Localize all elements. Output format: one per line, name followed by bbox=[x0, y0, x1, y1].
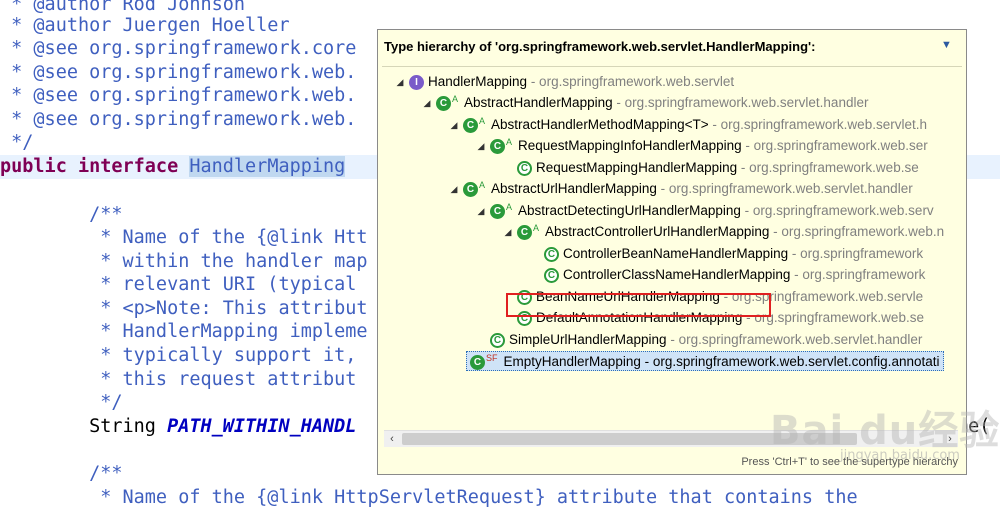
watermark-url: jingyan.baidu.com bbox=[840, 448, 960, 463]
annotation-highlight-box bbox=[506, 293, 771, 317]
tree-item[interactable]: ◢ I HandlerMapping - org.springframework.w… bbox=[394, 72, 734, 92]
interface-icon: I bbox=[409, 74, 424, 90]
tree-item[interactable]: C ControllerClassNameHandlerMapping - org… bbox=[541, 265, 925, 285]
expand-arrow-icon[interactable]: ◢ bbox=[448, 115, 460, 135]
abstract-class-icon: C bbox=[463, 181, 478, 197]
tree-item[interactable]: ◢ C A AbstractDetectingUrlHandlerMapping - … bbox=[475, 201, 934, 221]
tree-item[interactable]: C RequestMappingHandlerMapping - org.spri… bbox=[514, 158, 919, 178]
expand-arrow-icon[interactable]: ◢ bbox=[421, 93, 433, 113]
class-icon: C bbox=[544, 267, 559, 283]
expand-arrow-icon[interactable]: ◢ bbox=[502, 222, 514, 242]
class-icon: C bbox=[490, 332, 505, 348]
expand-arrow-icon[interactable]: ◢ bbox=[394, 72, 406, 92]
tree-item[interactable]: ◢ C A RequestMappingInfoHandlerMapping - or… bbox=[475, 136, 928, 156]
hierarchy-tree[interactable]: ◢ I HandlerMapping - org.springframework.w… bbox=[378, 70, 960, 428]
code-line: * Name of the {@link HttpServletRequest}… bbox=[0, 487, 858, 508]
tree-item[interactable]: ◢ C A AbstractHandlerMapping - org.springfr… bbox=[421, 93, 868, 113]
expand-arrow-icon[interactable]: ◢ bbox=[475, 201, 487, 221]
tree-item-selected[interactable]: C SF EmptyHandlerMapping - org.springframe… bbox=[466, 351, 945, 371]
abstract-class-icon: C bbox=[490, 203, 505, 219]
popup-header: Type hierarchy of 'org.springframework.w… bbox=[378, 30, 966, 64]
abstract-class-icon: C bbox=[517, 224, 532, 240]
expand-arrow-icon[interactable]: ◢ bbox=[475, 136, 487, 156]
tree-item[interactable]: C ControllerBeanNameHandlerMapping - org.… bbox=[541, 244, 923, 264]
class-icon: C bbox=[517, 160, 532, 176]
abstract-class-icon: C bbox=[436, 95, 451, 111]
tree-item[interactable]: ◢ C A AbstractUrlHandlerMapping - org.sprin… bbox=[448, 179, 913, 199]
popup-title: Type hierarchy of 'org.springframework.w… bbox=[384, 39, 816, 54]
tree-item[interactable]: C SimpleUrlHandlerMapping - org.springfra… bbox=[487, 330, 922, 350]
abstract-class-icon: C bbox=[463, 117, 478, 133]
chevron-left-icon[interactable]: ‹ bbox=[384, 431, 400, 447]
expand-arrow-icon[interactable]: ◢ bbox=[448, 179, 460, 199]
tree-item[interactable]: ◢ C A AbstractControllerUrlHandlerMapping -… bbox=[502, 222, 944, 242]
class-icon: C bbox=[544, 246, 559, 262]
chevron-down-icon[interactable]: ▼ bbox=[941, 39, 952, 51]
static-final-class-icon: C bbox=[470, 354, 485, 370]
abstract-class-icon: C bbox=[490, 138, 505, 154]
divider bbox=[382, 66, 962, 67]
selected-identifier[interactable]: HandlerMapping bbox=[189, 156, 346, 177]
tree-item[interactable]: ◢ C A AbstractHandlerMethodMapping<T> - org… bbox=[448, 115, 927, 135]
